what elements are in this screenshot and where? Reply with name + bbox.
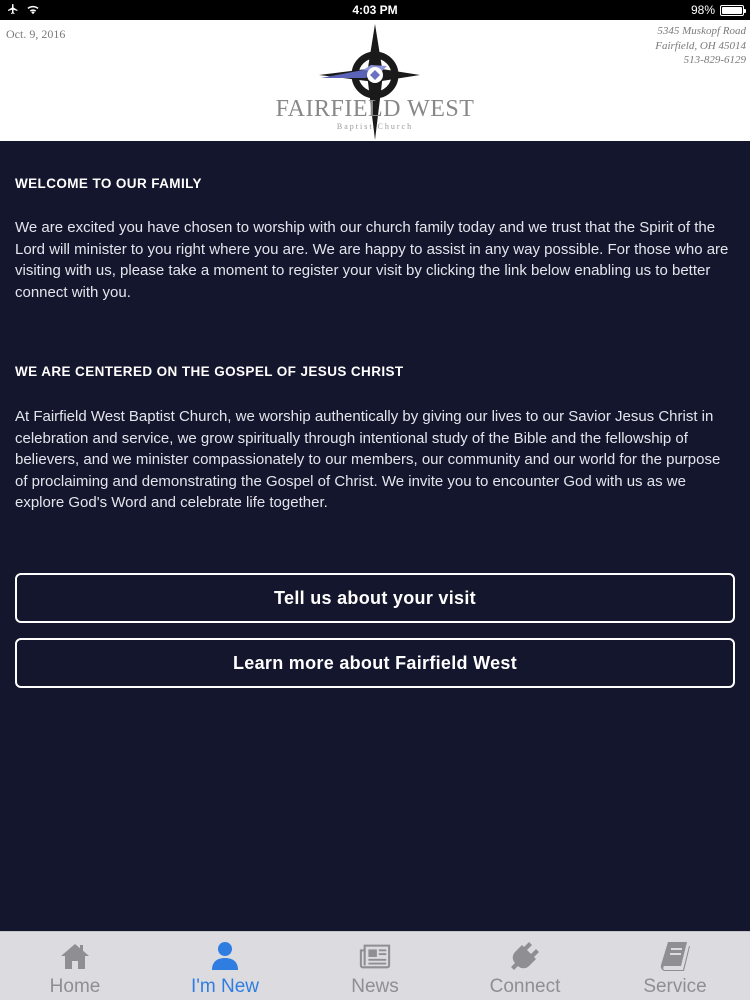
tab-connect[interactable]: Connect <box>450 932 600 1000</box>
tab-service[interactable]: Service <box>600 932 750 1000</box>
service-date: Oct. 9, 2016 <box>6 27 66 41</box>
battery-fill <box>722 6 742 14</box>
person-icon <box>212 942 238 970</box>
tab-im-new-label: I'm New <box>190 976 260 997</box>
tab-service-label: Service <box>643 976 707 997</box>
gospel-paragraph: At Fairfield West Baptist Church, we wor… <box>15 408 721 511</box>
learn-more-button[interactable]: Learn more about Fairfield West <box>15 638 735 688</box>
tab-bar: Home I'm New News Connect Service <box>0 931 750 1000</box>
status-time: 4:03 PM <box>352 3 398 17</box>
house-icon <box>61 944 89 969</box>
tab-home[interactable]: Home <box>0 932 150 1000</box>
logo-name: FAIRFIELD WEST <box>275 96 475 122</box>
tab-connect-label: Connect <box>489 976 561 997</box>
church-address: 5345 Muskopf Road Fairfield, OH 45014 51… <box>655 24 746 68</box>
book-icon <box>660 942 690 971</box>
tab-news-label: News <box>351 976 399 997</box>
battery-icon <box>720 4 746 16</box>
status-right: 98% <box>690 3 746 17</box>
tell-us-visit-button[interactable]: Tell us about your visit <box>15 573 735 623</box>
address-city: Fairfield, OH 45014 <box>655 39 746 52</box>
battery-percent: 98% <box>690 3 715 17</box>
church-phone[interactable]: 513-829-6129 <box>655 53 746 68</box>
gospel-title: WE ARE CENTERED ON THE GOSPEL OF JESUS C… <box>15 364 404 379</box>
plug-icon <box>511 942 539 970</box>
tab-news[interactable]: News <box>300 932 450 1000</box>
status-bar: 4:03 PM 98% <box>0 0 750 20</box>
welcome-paragraph: We are excited you have chosen to worshi… <box>15 219 729 301</box>
logo-subtitle: Baptist Church <box>336 122 414 131</box>
tab-im-new[interactable]: I'm New <box>150 932 300 1000</box>
church-logo: FAIRFIELD WEST Baptist Church <box>275 24 475 140</box>
church-header: Oct. 9, 2016 5345 Muskopf Road Fairfield… <box>0 20 750 141</box>
address-street: 5345 Muskopf Road <box>657 25 746 37</box>
newspaper-icon <box>359 944 391 969</box>
tab-home-label: Home <box>49 976 101 997</box>
welcome-title: WELCOME TO OUR FAMILY <box>15 176 202 191</box>
